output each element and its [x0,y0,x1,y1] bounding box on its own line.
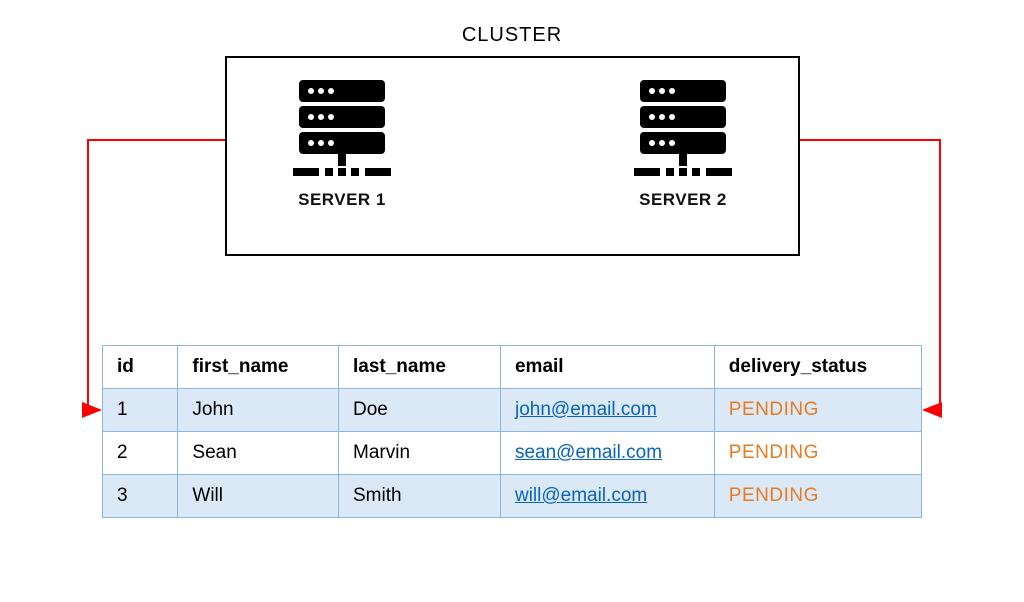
table-row: 2 Sean Marvin sean@email.com PENDING [103,432,922,475]
cell-email: will@email.com [500,475,714,518]
server-icon [287,80,397,180]
status-badge: PENDING [729,485,819,506]
cell-last-name: Doe [339,389,501,432]
column-header-last-name: last_name [339,346,501,389]
cell-delivery-status: PENDING [714,389,921,432]
cell-id: 1 [103,389,178,432]
cell-delivery-status: PENDING [714,475,921,518]
cell-last-name: Marvin [339,432,501,475]
status-badge: PENDING [729,399,819,420]
cell-id: 3 [103,475,178,518]
column-header-delivery-status: delivery_status [714,346,921,389]
column-header-first-name: first_name [178,346,339,389]
server-icon [628,80,738,180]
cell-last-name: Smith [339,475,501,518]
database-table: id first_name last_name email delivery_s… [102,345,922,518]
table-header-row: id first_name last_name email delivery_s… [103,346,922,389]
table-row: 1 John Doe john@email.com PENDING [103,389,922,432]
email-link[interactable]: sean@email.com [515,442,662,463]
cell-id: 2 [103,432,178,475]
column-header-email: email [500,346,714,389]
email-link[interactable]: will@email.com [515,485,647,506]
email-link[interactable]: john@email.com [515,399,657,420]
cluster-box: SERVER 1 [225,56,800,256]
cell-email: john@email.com [500,389,714,432]
cell-delivery-status: PENDING [714,432,921,475]
cluster-title: CLUSTER [0,24,1024,47]
cell-email: sean@email.com [500,432,714,475]
status-badge: PENDING [729,442,819,463]
cell-first-name: Sean [178,432,339,475]
cell-first-name: Will [178,475,339,518]
server-2-label: SERVER 2 [639,190,727,210]
column-header-id: id [103,346,178,389]
server-1-label: SERVER 1 [298,190,386,210]
table-row: 3 Will Smith will@email.com PENDING [103,475,922,518]
server-2: SERVER 2 [628,80,738,210]
server-1: SERVER 1 [287,80,397,210]
cell-first-name: John [178,389,339,432]
